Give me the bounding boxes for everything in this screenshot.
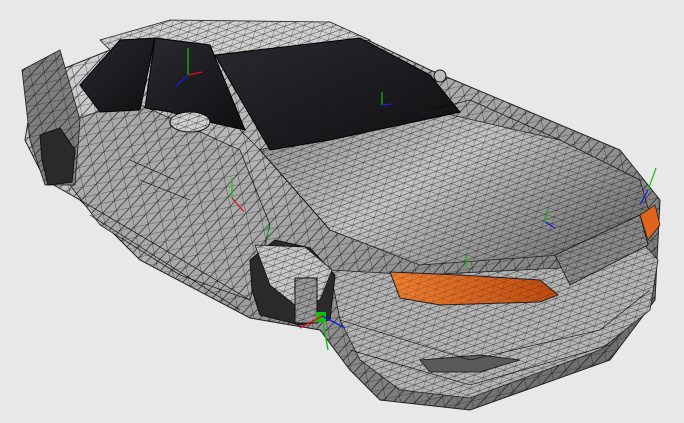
car-wireframe-render — [21, 19, 661, 411]
antenna-base — [433, 69, 447, 83]
3d-viewport[interactable] — [0, 0, 684, 423]
